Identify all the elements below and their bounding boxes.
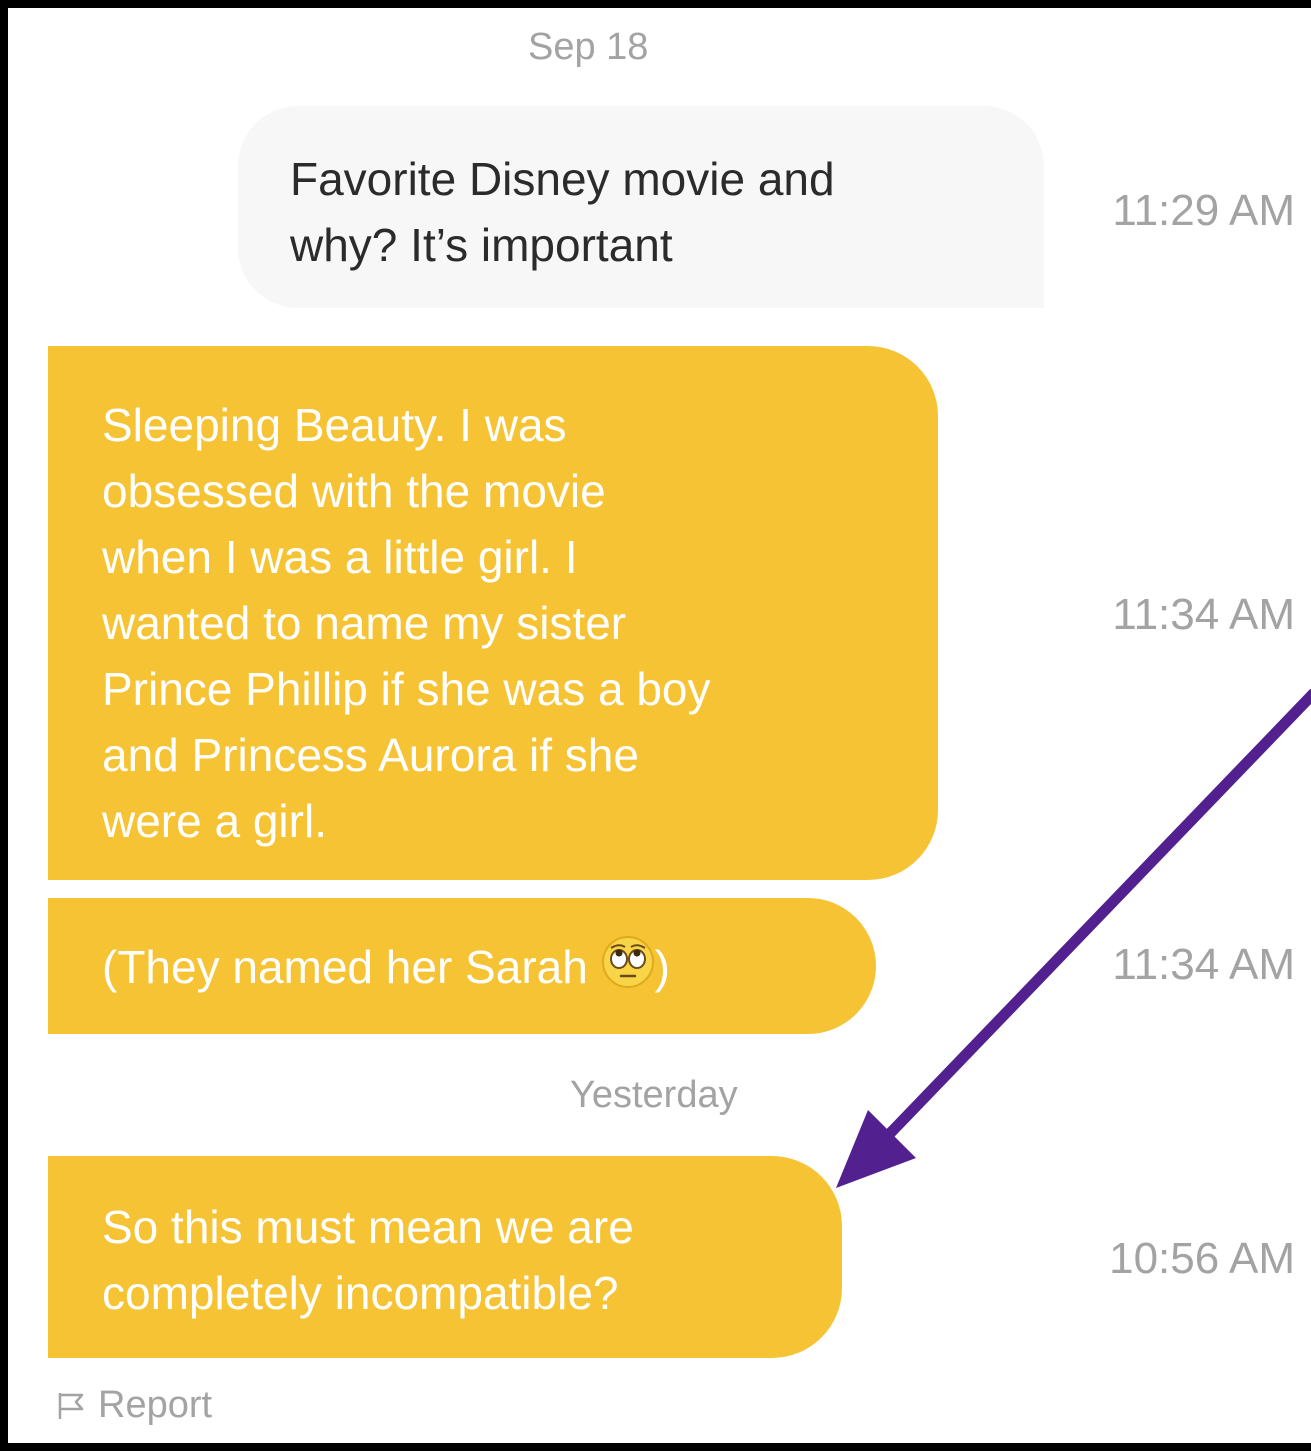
annotation-arrow bbox=[836, 688, 1311, 1188]
chat-thread: Sep 18 Favorite Disney movie and why? It… bbox=[8, 8, 1311, 1443]
